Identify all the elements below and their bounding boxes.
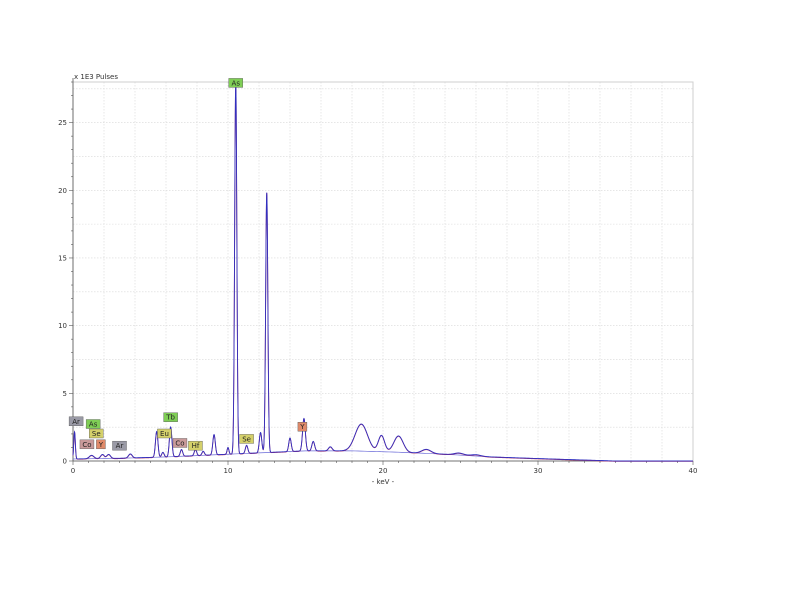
element-label: Se: [89, 428, 104, 439]
element-labels: AsTbEuCo HfSeYAr AsSeCo Y Ar: [68, 78, 308, 451]
element-label-text: Ar: [116, 442, 124, 450]
element-label: Tb: [163, 412, 178, 422]
y-tick-label: 25: [58, 119, 67, 127]
element-label-text: Se: [242, 435, 251, 443]
x-tick-label: 40: [689, 467, 698, 475]
y-axis-title: x 1E3 Pulses: [74, 73, 118, 81]
grid: [72, 82, 694, 462]
element-label: As: [228, 78, 243, 88]
element-label-text: Y: [98, 441, 104, 449]
element-label: As: [85, 419, 101, 429]
element-label-text: Co: [175, 439, 184, 447]
x-axis-title: - keV -: [372, 478, 395, 486]
element-label: Se: [239, 434, 254, 444]
axes: 0 10 20 30 40 0 5 10 15 20 25: [58, 78, 697, 475]
x-tick-label: 0: [71, 467, 75, 475]
element-label: Ar: [112, 440, 127, 451]
element-label: Co: [172, 438, 188, 448]
element-label-text: As: [232, 79, 241, 87]
element-label-text: Tb: [165, 414, 175, 422]
x-tick-label: 30: [534, 467, 543, 475]
element-label-text: Se: [92, 430, 101, 438]
element-label-text: As: [89, 421, 98, 429]
element-label: Eu: [157, 428, 172, 439]
element-label-text: Hf: [192, 442, 200, 450]
y-tick-label: 20: [58, 187, 67, 195]
element-label: Y: [96, 439, 106, 450]
element-label: Ar: [68, 416, 84, 427]
spectrum-chart: x 1E3 Pulses - keV - 0 10 20 30 40 0 5 10 15 20 25…: [58, 73, 697, 486]
element-label-text: Eu: [160, 430, 169, 438]
element-label-text: Ar: [72, 418, 80, 426]
y-tick-label: 10: [58, 322, 67, 330]
element-label: Y: [297, 422, 308, 432]
x-tick-label: 20: [379, 467, 388, 475]
element-label-text: Co: [82, 441, 91, 449]
element-label-text: Y: [299, 423, 305, 431]
element-label: Co: [79, 439, 95, 450]
y-tick-label: 0: [63, 458, 67, 466]
x-tick-label: 10: [224, 467, 233, 475]
y-tick-label: 15: [58, 254, 67, 262]
element-label: Hf: [188, 440, 203, 451]
y-tick-label: 5: [63, 390, 67, 398]
